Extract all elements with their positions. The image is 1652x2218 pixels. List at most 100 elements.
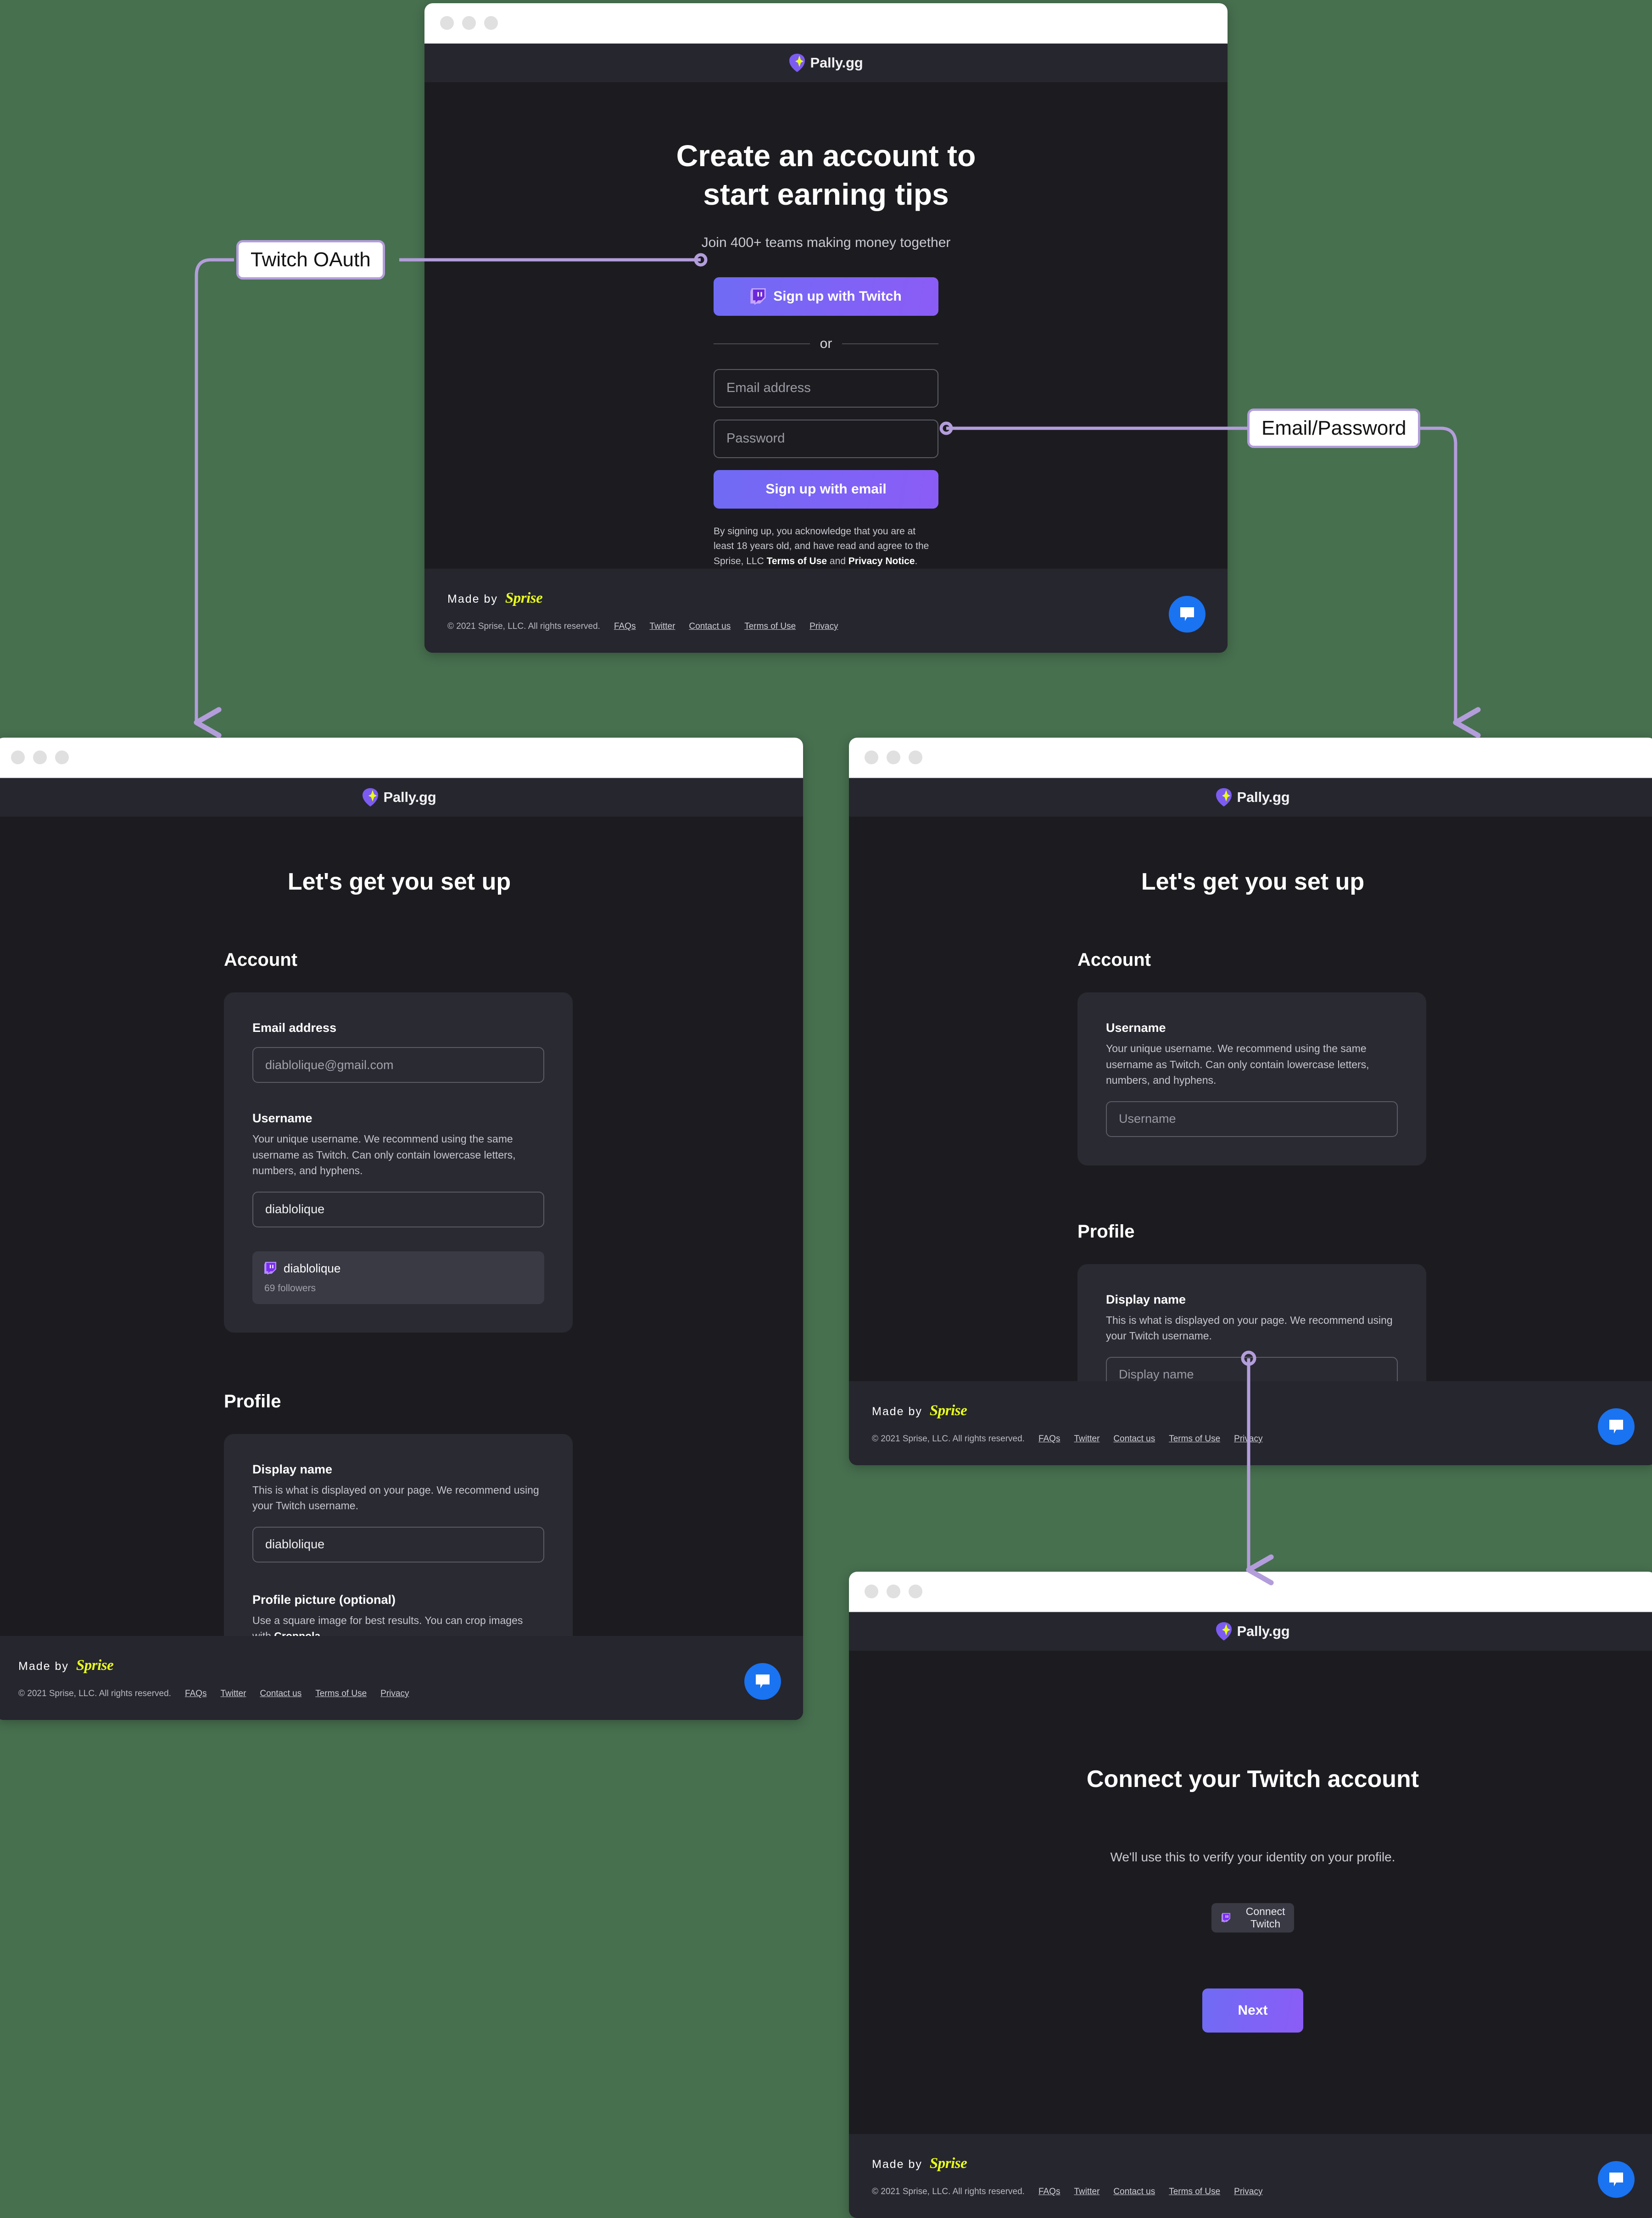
brand-bar: Pally.gg: [849, 1612, 1652, 1651]
window-maximize-dot[interactable]: [909, 751, 922, 764]
page-title: Let's get you set up: [287, 868, 511, 895]
brand-bar: Pally.gg: [849, 778, 1652, 817]
email-input[interactable]: Email address: [714, 369, 938, 408]
chat-bubble-button[interactable]: [1598, 1408, 1635, 1445]
divider-line-right: [842, 343, 938, 344]
username-field-placeholder: Username: [1119, 1112, 1176, 1126]
footer-link-faqs[interactable]: FAQs: [1038, 2187, 1060, 2197]
account-card: Email address diablolique@gmail.com User…: [224, 992, 573, 1333]
display-name-description: This is what is displayed on your page. …: [1106, 1314, 1393, 1342]
display-name-label: Display name: [1106, 1292, 1186, 1306]
terms-of-use-link[interactable]: Terms of Use: [767, 556, 827, 566]
display-name-value: diablolique: [265, 1537, 325, 1551]
footer-link-twitter[interactable]: Twitter: [649, 622, 675, 632]
password-input-placeholder: Password: [726, 431, 785, 446]
signup-with-twitch-label: Sign up with Twitch: [773, 288, 902, 304]
footer-link-contact-us[interactable]: Contact us: [1113, 1434, 1155, 1444]
next-button[interactable]: Next: [1202, 1988, 1303, 2033]
window-titlebar: [0, 738, 803, 778]
annotation-twitch-oauth: Twitch OAuth: [236, 240, 385, 280]
footer-legal: © 2021 Sprise, LLC. All rights reserved.…: [447, 622, 1205, 632]
chat-bubble-icon: [756, 1675, 770, 1688]
footer-link-privacy[interactable]: Privacy: [809, 622, 838, 632]
window-close-dot[interactable]: [440, 16, 454, 30]
footer-link-contact-us[interactable]: Contact us: [1113, 2187, 1155, 2197]
window-maximize-dot[interactable]: [484, 16, 498, 30]
brand-bar: Pally.gg: [424, 44, 1228, 82]
made-by-label: Made by: [872, 1405, 922, 1418]
footer-link-terms-of-use[interactable]: Terms of Use: [1169, 1434, 1220, 1444]
window-close-dot[interactable]: [11, 751, 25, 764]
account-section-heading: Account: [1077, 950, 1151, 970]
privacy-notice-link[interactable]: Privacy Notice: [848, 556, 915, 566]
terms-text: By signing up, you acknowledge that you …: [714, 524, 938, 569]
signup-with-email-button[interactable]: Sign up with email: [714, 470, 938, 509]
footer-legal: © 2021 Sprise, LLC. All rights reserved.…: [18, 1689, 780, 1699]
signup-window: Pally.gg Create an account to start earn…: [424, 3, 1228, 653]
footer-link-faqs[interactable]: FAQs: [185, 1689, 207, 1699]
chat-bubble-button[interactable]: [1598, 2161, 1635, 2198]
display-name-label: Display name: [252, 1462, 333, 1476]
window-close-dot[interactable]: [865, 751, 878, 764]
page-title: Create an account to start earning tips: [424, 136, 1228, 214]
copyright-text: © 2021 Sprise, LLC. All rights reserved.: [872, 1434, 1025, 1444]
footer-link-twitter[interactable]: Twitter: [220, 1689, 246, 1699]
sprise-wordmark: Sprise: [929, 1402, 967, 1419]
window-close-dot[interactable]: [865, 1585, 878, 1598]
display-name-placeholder: Display name: [1119, 1367, 1194, 1381]
footer-legal: © 2021 Sprise, LLC. All rights reserved.…: [872, 2187, 1634, 2197]
username-field-value: diablolique: [265, 1202, 325, 1216]
brand-name: Pally.gg: [1237, 789, 1290, 805]
footer-link-privacy[interactable]: Privacy: [380, 1689, 409, 1699]
chat-bubble-button[interactable]: [1169, 596, 1206, 633]
username-field[interactable]: Username: [1106, 1101, 1398, 1137]
footer-link-terms-of-use[interactable]: Terms of Use: [1169, 2187, 1220, 2197]
divider-label: or: [820, 336, 832, 351]
footer-link-faqs[interactable]: FAQs: [1038, 1434, 1060, 1444]
account-card: Username Your unique username. We recomm…: [1077, 992, 1426, 1165]
footer-link-twitter[interactable]: Twitter: [1074, 2187, 1099, 2197]
footer-link-contact-us[interactable]: Contact us: [260, 1689, 301, 1699]
made-by: Made by Sprise: [872, 2155, 1634, 2172]
divider-line-left: [714, 343, 810, 344]
annotation-email-password-label: Email/Password: [1261, 417, 1406, 439]
window-maximize-dot[interactable]: [55, 751, 69, 764]
footer-link-twitter[interactable]: Twitter: [1074, 1434, 1099, 1444]
email-field-label: Email address: [252, 1021, 337, 1035]
twitch-account-card: diablolique 69 followers: [252, 1251, 544, 1304]
account-section-heading: Account: [224, 950, 297, 970]
window-minimize-dot[interactable]: [462, 16, 476, 30]
brand-bar: Pally.gg: [0, 778, 803, 817]
footer-link-privacy[interactable]: Privacy: [1234, 2187, 1262, 2197]
window-minimize-dot[interactable]: [887, 1585, 900, 1598]
footer-link-faqs[interactable]: FAQs: [614, 622, 636, 632]
pally-logo-icon: [1216, 1622, 1232, 1641]
username-field[interactable]: diablolique: [252, 1191, 544, 1227]
signup-with-twitch-button[interactable]: Sign up with Twitch: [714, 277, 938, 316]
sprise-wordmark: Sprise: [929, 2155, 967, 2172]
page-title: Let's get you set up: [1141, 868, 1365, 895]
brand-name: Pally.gg: [383, 789, 436, 805]
display-name-description: This is what is displayed on your page. …: [252, 1484, 539, 1512]
window-maximize-dot[interactable]: [909, 1585, 922, 1598]
footer-legal: © 2021 Sprise, LLC. All rights reserved.…: [872, 1434, 1634, 1444]
username-field-label: Username: [1106, 1021, 1166, 1035]
password-input[interactable]: Password: [714, 419, 938, 458]
email-input-placeholder: Email address: [726, 381, 811, 396]
twitch-account-followers: 69 followers: [264, 1283, 316, 1294]
page-footer: Made by Sprise © 2021 Sprise, LLC. All r…: [849, 1381, 1652, 1465]
footer-link-terms-of-use[interactable]: Terms of Use: [744, 622, 796, 632]
sprise-wordmark: Sprise: [505, 590, 543, 606]
annotation-email-password: Email/Password: [1247, 409, 1421, 448]
connect-twitch-button[interactable]: Connect Twitch: [1211, 1903, 1294, 1932]
footer-link-terms-of-use[interactable]: Terms of Use: [315, 1689, 367, 1699]
chat-bubble-button[interactable]: [744, 1663, 781, 1700]
footer-link-contact-us[interactable]: Contact us: [689, 622, 731, 632]
made-by-label: Made by: [18, 1660, 69, 1673]
window-minimize-dot[interactable]: [887, 751, 900, 764]
setup-page-body: Let's get you set up Account Username Yo…: [849, 817, 1652, 1421]
display-name-field[interactable]: diablolique: [252, 1526, 544, 1563]
email-field[interactable]: diablolique@gmail.com: [252, 1047, 544, 1083]
window-minimize-dot[interactable]: [33, 751, 47, 764]
footer-link-privacy[interactable]: Privacy: [1234, 1434, 1262, 1444]
